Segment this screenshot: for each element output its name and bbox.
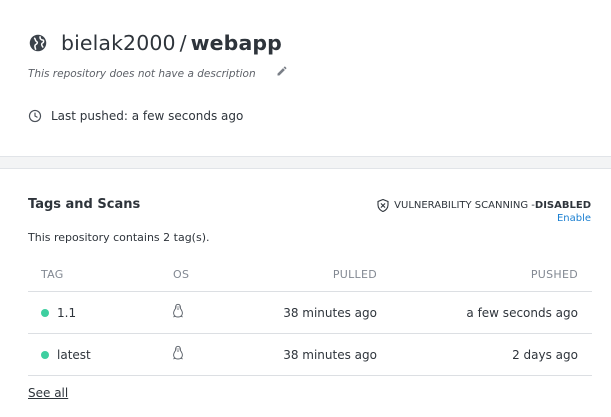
column-header-os: OS (173, 268, 190, 281)
vuln-status: DISABLED (534, 200, 591, 211)
table-row[interactable]: 1.1 38 minutes ago a few seconds ago (28, 292, 592, 334)
see-all-link[interactable]: See all (28, 386, 68, 400)
pushed-cell: a few seconds ago (466, 306, 578, 320)
tag-name[interactable]: 1.1 (57, 306, 76, 320)
column-header-tag: TAG (41, 268, 64, 281)
enable-scanning-link[interactable]: Enable (557, 213, 591, 224)
linux-icon (173, 345, 183, 360)
repo-description-text: This repository does not have a descript… (28, 68, 256, 80)
section-title: Tags and Scans (28, 197, 141, 212)
last-pushed: Last pushed: a few seconds ago (28, 109, 243, 123)
clock-icon (28, 109, 42, 123)
edit-pencil-icon[interactable] (276, 65, 288, 77)
repo-separator: / (179, 31, 187, 55)
repo-header-card: bielak2000/webapp This repository does n… (0, 0, 611, 157)
tag-cell[interactable]: 1.1 (41, 306, 76, 320)
linux-icon (173, 303, 183, 318)
status-dot (41, 308, 49, 317)
pulled-cell: 38 minutes ago (283, 348, 377, 362)
column-header-pulled: PULLED (332, 268, 377, 281)
pulled-cell: 38 minutes ago (283, 306, 377, 320)
repo-name: webapp (190, 31, 282, 55)
repo-namespace[interactable]: bielak2000 (61, 31, 176, 55)
tag-name[interactable]: latest (57, 348, 91, 362)
status-dot (41, 350, 49, 359)
vulnerability-scanning-status: VULNERABILITY SCANNING - DISABLED (377, 199, 591, 212)
table-row[interactable]: latest 38 minutes ago 2 days ago (28, 334, 592, 376)
table-header: TAG OS PULLED PUSHED (28, 257, 592, 292)
repo-title: bielak2000/webapp (29, 29, 282, 57)
globe-icon (29, 34, 47, 52)
column-header-pushed: PUSHED (530, 268, 578, 281)
pushed-cell: 2 days ago (512, 348, 578, 362)
tag-count-text: This repository contains 2 tag(s). (28, 231, 210, 244)
repo-description: This repository does not have a descript… (28, 65, 288, 80)
shield-x-icon (377, 199, 389, 212)
tags-table: TAG OS PULLED PUSHED 1.1 38 minutes ago … (28, 257, 592, 376)
last-pushed-text: Last pushed: a few seconds ago (51, 109, 244, 123)
tag-cell[interactable]: latest (41, 348, 91, 362)
vuln-label: VULNERABILITY SCANNING - (394, 200, 535, 211)
